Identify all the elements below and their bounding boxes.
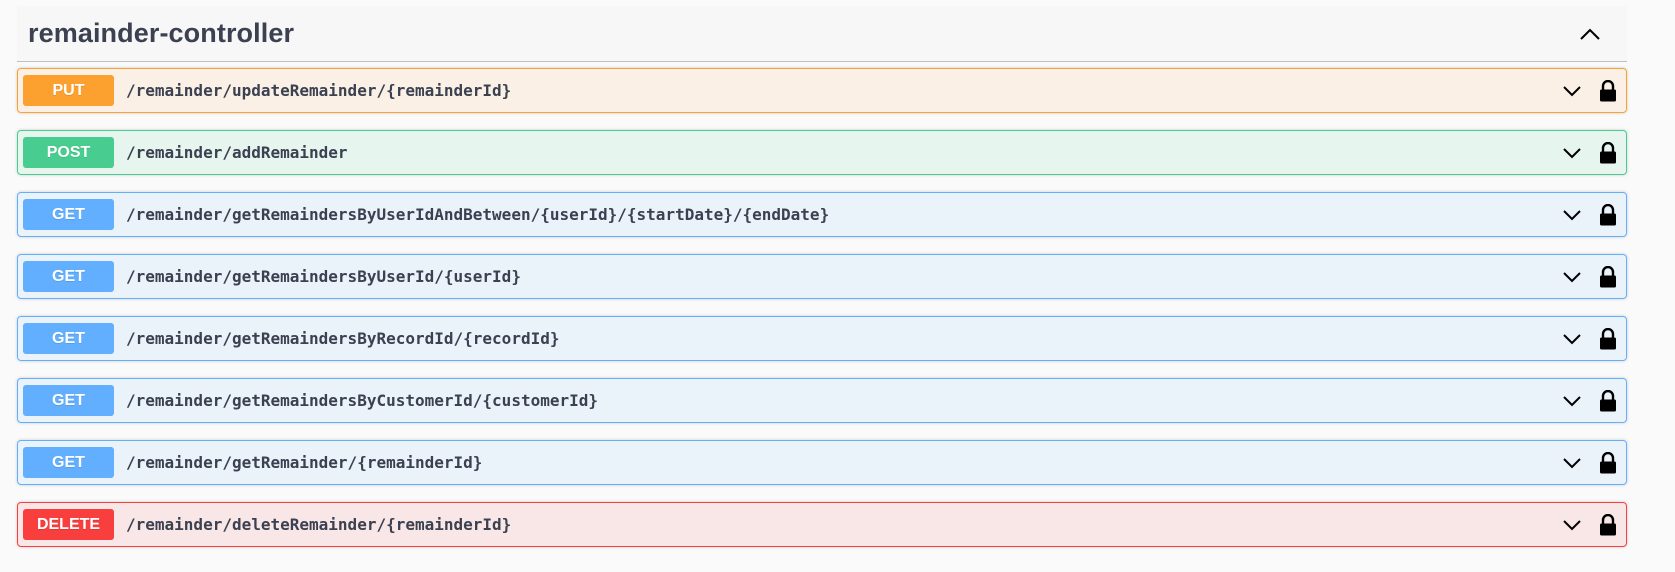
lock-icon[interactable] xyxy=(1596,139,1620,167)
method-badge: GET xyxy=(23,261,114,292)
lock-icon[interactable] xyxy=(1596,387,1620,415)
method-badge: GET xyxy=(23,323,114,354)
method-badge: DELETE xyxy=(23,509,114,540)
chevron-down-icon[interactable] xyxy=(1558,263,1586,291)
method-badge: GET xyxy=(23,199,114,230)
operation-get-remainders-by-record-id[interactable]: GET /remainder/getRemaindersByRecordId/{… xyxy=(17,316,1627,361)
operation-controls xyxy=(1558,441,1620,484)
operation-path: /remainder/deleteRemainder/{remainderId} xyxy=(126,515,512,534)
chevron-down-icon[interactable] xyxy=(1558,139,1586,167)
operation-post-add-remainder[interactable]: POST /remainder/addRemainder xyxy=(17,130,1627,175)
operation-path: /remainder/getRemaindersByUserId/{userId… xyxy=(126,267,521,286)
lock-icon[interactable] xyxy=(1596,201,1620,229)
operation-controls xyxy=(1558,379,1620,422)
api-section: remainder-controller PUT /remainder/upda… xyxy=(0,0,1675,572)
chevron-up-icon[interactable] xyxy=(1570,14,1610,54)
chevron-down-icon[interactable] xyxy=(1558,201,1586,229)
operation-controls xyxy=(1558,503,1620,546)
operation-controls xyxy=(1558,317,1620,360)
chevron-down-icon[interactable] xyxy=(1558,325,1586,353)
operation-path: /remainder/addRemainder xyxy=(126,143,348,162)
operation-path: /remainder/getRemaindersByRecordId/{reco… xyxy=(126,329,560,348)
operation-put-update-remainder[interactable]: PUT /remainder/updateRemainder/{remainde… xyxy=(17,68,1627,113)
operation-controls xyxy=(1558,131,1620,174)
method-badge: PUT xyxy=(23,75,114,106)
lock-icon[interactable] xyxy=(1596,511,1620,539)
operation-path: /remainder/getRemainder/{remainderId} xyxy=(126,453,483,472)
operation-controls xyxy=(1558,255,1620,298)
section-header[interactable]: remainder-controller xyxy=(17,6,1627,62)
operations-list: PUT /remainder/updateRemainder/{remainde… xyxy=(17,68,1627,564)
operation-get-remainders-by-user-id-and-between[interactable]: GET /remainder/getRemaindersByUserIdAndB… xyxy=(17,192,1627,237)
lock-icon[interactable] xyxy=(1596,325,1620,353)
section-title: remainder-controller xyxy=(28,18,295,48)
operation-controls xyxy=(1558,69,1620,112)
operation-get-remainders-by-user-id[interactable]: GET /remainder/getRemaindersByUserId/{us… xyxy=(17,254,1627,299)
method-badge: GET xyxy=(23,385,114,416)
operation-get-remainder[interactable]: GET /remainder/getRemainder/{remainderId… xyxy=(17,440,1627,485)
operation-get-remainders-by-customer-id[interactable]: GET /remainder/getRemaindersByCustomerId… xyxy=(17,378,1627,423)
method-badge: POST xyxy=(23,137,114,168)
method-badge: GET xyxy=(23,447,114,478)
operation-path: /remainder/getRemaindersByUserIdAndBetwe… xyxy=(126,205,830,224)
lock-icon[interactable] xyxy=(1596,449,1620,477)
chevron-down-icon[interactable] xyxy=(1558,449,1586,477)
lock-icon[interactable] xyxy=(1596,77,1620,105)
operation-path: /remainder/updateRemainder/{remainderId} xyxy=(126,81,512,100)
chevron-down-icon[interactable] xyxy=(1558,77,1586,105)
chevron-down-icon[interactable] xyxy=(1558,511,1586,539)
lock-icon[interactable] xyxy=(1596,263,1620,291)
operation-path: /remainder/getRemaindersByCustomerId/{cu… xyxy=(126,391,599,410)
operation-controls xyxy=(1558,193,1620,236)
chevron-down-icon[interactable] xyxy=(1558,387,1586,415)
operation-delete-remainder[interactable]: DELETE /remainder/deleteRemainder/{remai… xyxy=(17,502,1627,547)
